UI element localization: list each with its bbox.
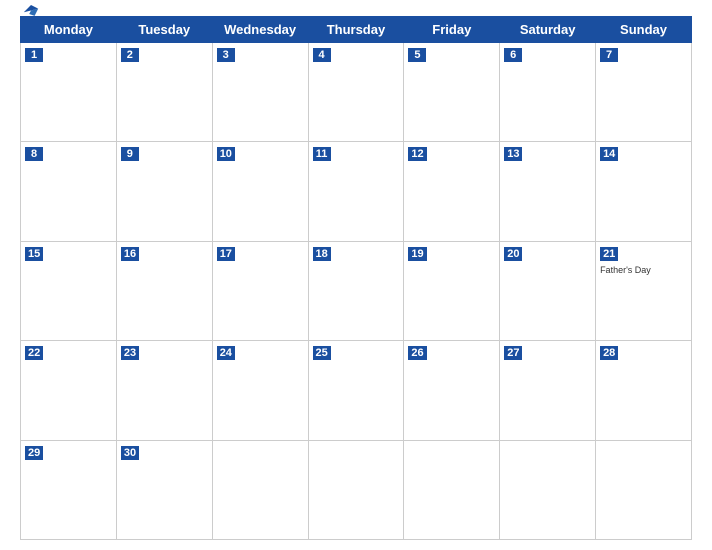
day-number: 18	[313, 247, 331, 261]
day-of-week-wednesday: Wednesday	[212, 17, 308, 43]
day-number: 6	[504, 48, 522, 62]
day-number: 19	[408, 247, 426, 261]
calendar-cell: 10	[212, 142, 308, 241]
day-number: 10	[217, 147, 235, 161]
calendar-week-5: 29 30	[21, 440, 692, 539]
day-number: 1	[25, 48, 43, 62]
calendar-cell: 22	[21, 341, 117, 440]
calendar-cell: 19	[404, 241, 500, 340]
day-number: 17	[217, 247, 235, 261]
day-number: 22	[25, 346, 43, 360]
day-number: 14	[600, 147, 618, 161]
day-number: 13	[504, 147, 522, 161]
calendar-cell	[500, 440, 596, 539]
calendar-body: 123456789101112131415161718192021Father'…	[21, 43, 692, 540]
calendar-cell: 26	[404, 341, 500, 440]
day-of-week-saturday: Saturday	[500, 17, 596, 43]
day-of-week-friday: Friday	[404, 17, 500, 43]
logo	[20, 3, 40, 17]
holiday-label: Father's Day	[600, 265, 687, 275]
day-number: 8	[25, 147, 43, 161]
calendar-cell: 17	[212, 241, 308, 340]
logo-blue-text	[20, 3, 40, 17]
day-of-week-sunday: Sunday	[596, 17, 692, 43]
calendar-cell: 2	[116, 43, 212, 142]
calendar-cell	[404, 440, 500, 539]
day-number: 21	[600, 247, 618, 261]
calendar-cell: 16	[116, 241, 212, 340]
calendar-cell: 5	[404, 43, 500, 142]
day-number: 24	[217, 346, 235, 360]
day-number: 2	[121, 48, 139, 62]
calendar-cell: 4	[308, 43, 404, 142]
day-of-week-monday: Monday	[21, 17, 117, 43]
day-number: 4	[313, 48, 331, 62]
day-number: 23	[121, 346, 139, 360]
calendar-cell: 24	[212, 341, 308, 440]
day-number: 7	[600, 48, 618, 62]
calendar-cell	[596, 440, 692, 539]
calendar-cell	[308, 440, 404, 539]
calendar-cell: 14	[596, 142, 692, 241]
calendar-cell: 6	[500, 43, 596, 142]
calendar-week-4: 22 23 24 25 26 27 28	[21, 341, 692, 440]
day-number: 30	[121, 446, 139, 460]
day-number: 29	[25, 446, 43, 460]
calendar-week-2: 8 9 10 11 12 13 14	[21, 142, 692, 241]
day-number: 3	[217, 48, 235, 62]
day-number: 27	[504, 346, 522, 360]
day-number: 20	[504, 247, 522, 261]
calendar-cell: 23	[116, 341, 212, 440]
day-number: 26	[408, 346, 426, 360]
calendar-cell: 13	[500, 142, 596, 241]
day-number: 25	[313, 346, 331, 360]
calendar-cell: 7	[596, 43, 692, 142]
calendar-cell: 28	[596, 341, 692, 440]
calendar-cell: 11	[308, 142, 404, 241]
day-of-week-tuesday: Tuesday	[116, 17, 212, 43]
calendar-cell: 29	[21, 440, 117, 539]
day-number: 5	[408, 48, 426, 62]
calendar-cell: 27	[500, 341, 596, 440]
days-header: MondayTuesdayWednesdayThursdayFridaySatu…	[21, 17, 692, 43]
calendar-cell: 30	[116, 440, 212, 539]
calendar-table: MondayTuesdayWednesdayThursdayFridaySatu…	[20, 16, 692, 540]
day-number: 11	[313, 147, 331, 161]
day-number: 16	[121, 247, 139, 261]
calendar-cell: 9	[116, 142, 212, 241]
calendar-cell: 15	[21, 241, 117, 340]
calendar-cell: 20	[500, 241, 596, 340]
calendar-cell: 8	[21, 142, 117, 241]
day-number: 28	[600, 346, 618, 360]
calendar-cell: 12	[404, 142, 500, 241]
calendar-cell: 21 Father's Day	[596, 241, 692, 340]
calendar-cell: 25	[308, 341, 404, 440]
day-of-week-thursday: Thursday	[308, 17, 404, 43]
day-number: 15	[25, 247, 43, 261]
calendar-week-3: 15 16 17 18 19 20 21 Father's Day	[21, 241, 692, 340]
day-number: 12	[408, 147, 426, 161]
calendar-cell	[212, 440, 308, 539]
calendar-cell: 1	[21, 43, 117, 142]
logo-bird-icon	[22, 3, 40, 17]
calendar-week-1: 1 2 3 4 5 6 7	[21, 43, 692, 142]
calendar-cell: 18	[308, 241, 404, 340]
calendar-cell: 3	[212, 43, 308, 142]
day-number: 9	[121, 147, 139, 161]
